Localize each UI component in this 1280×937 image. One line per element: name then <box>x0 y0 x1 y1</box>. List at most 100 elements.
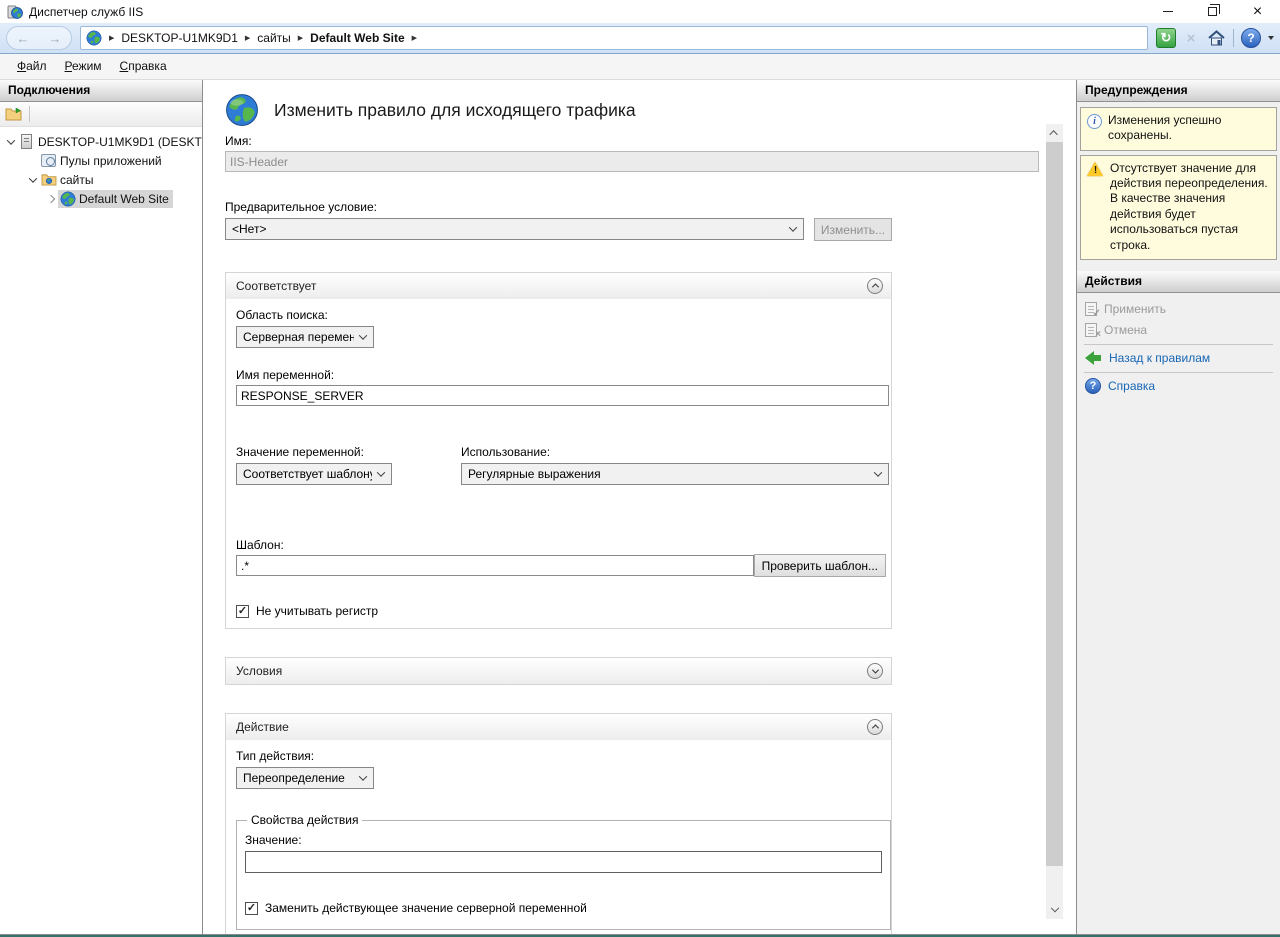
window-title: Диспетчер служб IIS <box>29 5 143 19</box>
save-connections-icon[interactable] <box>5 107 22 121</box>
name-input[interactable]: IIS-Header <box>225 151 1039 172</box>
chevron-up-icon <box>1049 130 1057 138</box>
match-section: Соответствует Область поиска: Серверная … <box>225 272 892 629</box>
menu-help[interactable]: Справка <box>111 54 176 79</box>
actions-list: ✓ Применить × Отмена Назад к правилам ? … <box>1077 293 1280 401</box>
breadcrumb-item-server[interactable]: DESKTOP-U1MK9D1 <box>121 31 237 45</box>
cancel-icon: × <box>1085 323 1097 337</box>
back-button[interactable]: ← <box>17 32 30 45</box>
back-arrow-icon <box>1085 351 1102 365</box>
info-icon: i <box>1087 114 1102 129</box>
apply-action[interactable]: ✓ Применить <box>1077 299 1280 320</box>
alert-text: Отсутствует значение для действия переоп… <box>1110 161 1271 253</box>
back-to-rules-label: Назад к правилам <box>1109 351 1210 365</box>
alert-text: Изменения успешно сохранены. <box>1108 113 1271 144</box>
usage-value: Регулярные выражения <box>468 467 601 481</box>
expand-section-icon[interactable] <box>867 663 883 679</box>
forward-button[interactable]: → <box>49 32 62 45</box>
tree-item-default-web-site[interactable]: Default Web Site <box>0 189 202 208</box>
help-icon: ? <box>1085 378 1101 394</box>
address-bar: ← → ▶ DESKTOP-U1MK9D1 ▶ сайты ▶ Default … <box>0 23 1280 54</box>
variable-value-select[interactable]: Соответствует шаблону <box>236 463 392 485</box>
menu-view[interactable]: Режим <box>56 54 111 79</box>
help-link[interactable]: ? Справка <box>1077 376 1280 397</box>
breadcrumb-item-sites[interactable]: сайты <box>257 31 291 45</box>
usage-select[interactable]: Регулярные выражения <box>461 463 889 485</box>
precondition-select[interactable]: <Нет> <box>225 218 804 240</box>
collapse-icon[interactable] <box>4 139 18 145</box>
menu-file[interactable]: Файл <box>8 54 56 79</box>
collapse-section-icon[interactable] <box>867 278 883 294</box>
minimize-button[interactable] <box>1145 0 1190 23</box>
pattern-input[interactable]: .* <box>236 555 754 576</box>
alert-warning: ! Отсутствует значение для действия пере… <box>1080 155 1277 260</box>
help-button[interactable]: ? <box>1241 28 1261 48</box>
scope-select[interactable]: Серверная переменная <box>236 326 374 348</box>
alerts-header: Предупреждения <box>1077 80 1280 102</box>
chevron-down-icon <box>359 772 367 780</box>
actions-separator <box>1084 344 1273 345</box>
scope-label: Область поиска: <box>236 308 886 322</box>
close-icon: × <box>1253 4 1262 20</box>
match-section-title: Соответствует <box>236 279 316 293</box>
tree-item-application-pools[interactable]: Пулы приложений <box>0 151 202 170</box>
replace-value-label: Заменить действующее значение серверной … <box>265 901 587 915</box>
value-label: Значение: <box>245 833 882 847</box>
close-button[interactable]: × <box>1235 0 1280 23</box>
scrollbar-thumb[interactable] <box>1046 142 1063 866</box>
scroll-up-button[interactable] <box>1046 124 1063 141</box>
help-icon: ? <box>1247 31 1254 45</box>
chevron-down-icon <box>789 223 797 231</box>
feature-globe-icon <box>225 93 259 127</box>
refresh-button[interactable]: ↻ <box>1156 28 1176 48</box>
alert-info: i Изменения успешно сохранены. <box>1080 107 1277 151</box>
vertical-scrollbar[interactable] <box>1046 124 1063 919</box>
chevron-down-icon <box>1050 903 1058 911</box>
restore-button[interactable] <box>1190 0 1235 23</box>
variable-value-value: Соответствует шаблону <box>243 467 372 481</box>
tree-item-sites[interactable]: сайты <box>0 170 202 189</box>
variable-value-label: Значение переменной: <box>236 445 392 459</box>
back-to-rules-link[interactable]: Назад к правилам <box>1077 348 1280 369</box>
conditions-section-header[interactable]: Условия <box>226 658 891 684</box>
help-label: Справка <box>1108 379 1155 393</box>
scroll-down-button[interactable] <box>1046 902 1063 919</box>
connections-panel: Подключения DESKTOP-U1MK9D1 (DESKTOP Пул… <box>0 80 203 934</box>
actions-separator <box>1084 372 1273 373</box>
collapse-section-icon[interactable] <box>867 719 883 735</box>
replace-value-checkbox[interactable]: ✓ <box>245 902 258 915</box>
connections-tree: DESKTOP-U1MK9D1 (DESKTOP Пулы приложений… <box>0 127 202 208</box>
collapse-icon[interactable] <box>26 177 40 183</box>
pattern-label: Шаблон: <box>236 538 886 552</box>
precondition-label: Предварительное условие: <box>225 200 1076 214</box>
variable-name-label: Имя переменной: <box>236 368 886 382</box>
cancel-action[interactable]: × Отмена <box>1077 320 1280 341</box>
breadcrumb-separator-icon: ▶ <box>245 34 250 42</box>
expand-icon[interactable] <box>44 196 58 202</box>
conditions-section: Условия <box>225 657 892 685</box>
variable-name-input[interactable]: RESPONSE_SERVER <box>236 385 889 406</box>
value-input[interactable] <box>245 851 882 873</box>
selected-tree-item[interactable]: Default Web Site <box>58 190 173 208</box>
tree-item-server[interactable]: DESKTOP-U1MK9D1 (DESKTOP <box>0 132 202 151</box>
match-section-header[interactable]: Соответствует <box>226 273 891 299</box>
test-pattern-button[interactable]: Проверить шаблон... <box>754 554 886 577</box>
ignore-case-checkbox[interactable]: ✓ <box>236 605 249 618</box>
edit-precondition-button[interactable]: Изменить... <box>814 218 892 241</box>
titlebar: Диспетчер служб IIS × <box>0 0 1280 23</box>
breadcrumb[interactable]: ▶ DESKTOP-U1MK9D1 ▶ сайты ▶ Default Web … <box>80 26 1148 50</box>
tree-item-label: Default Web Site <box>79 192 169 206</box>
server-icon <box>18 134 35 149</box>
home-button[interactable] <box>1206 28 1226 48</box>
action-section-header[interactable]: Действие <box>226 714 891 740</box>
action-type-select[interactable]: Переопределение <box>236 767 374 789</box>
application-pools-icon <box>40 154 57 167</box>
help-dropdown-icon[interactable] <box>1268 36 1274 40</box>
breadcrumb-separator-icon: ▶ <box>109 34 114 42</box>
name-label: Имя: <box>225 134 1076 148</box>
page-title: Изменить правило для исходящего трафика <box>274 100 636 121</box>
tree-item-label: DESKTOP-U1MK9D1 (DESKTOP <box>35 134 203 150</box>
cancel-label: Отмена <box>1104 323 1147 337</box>
breadcrumb-item-default-web-site[interactable]: Default Web Site <box>310 31 404 45</box>
stop-button[interactable]: × <box>1181 28 1201 48</box>
